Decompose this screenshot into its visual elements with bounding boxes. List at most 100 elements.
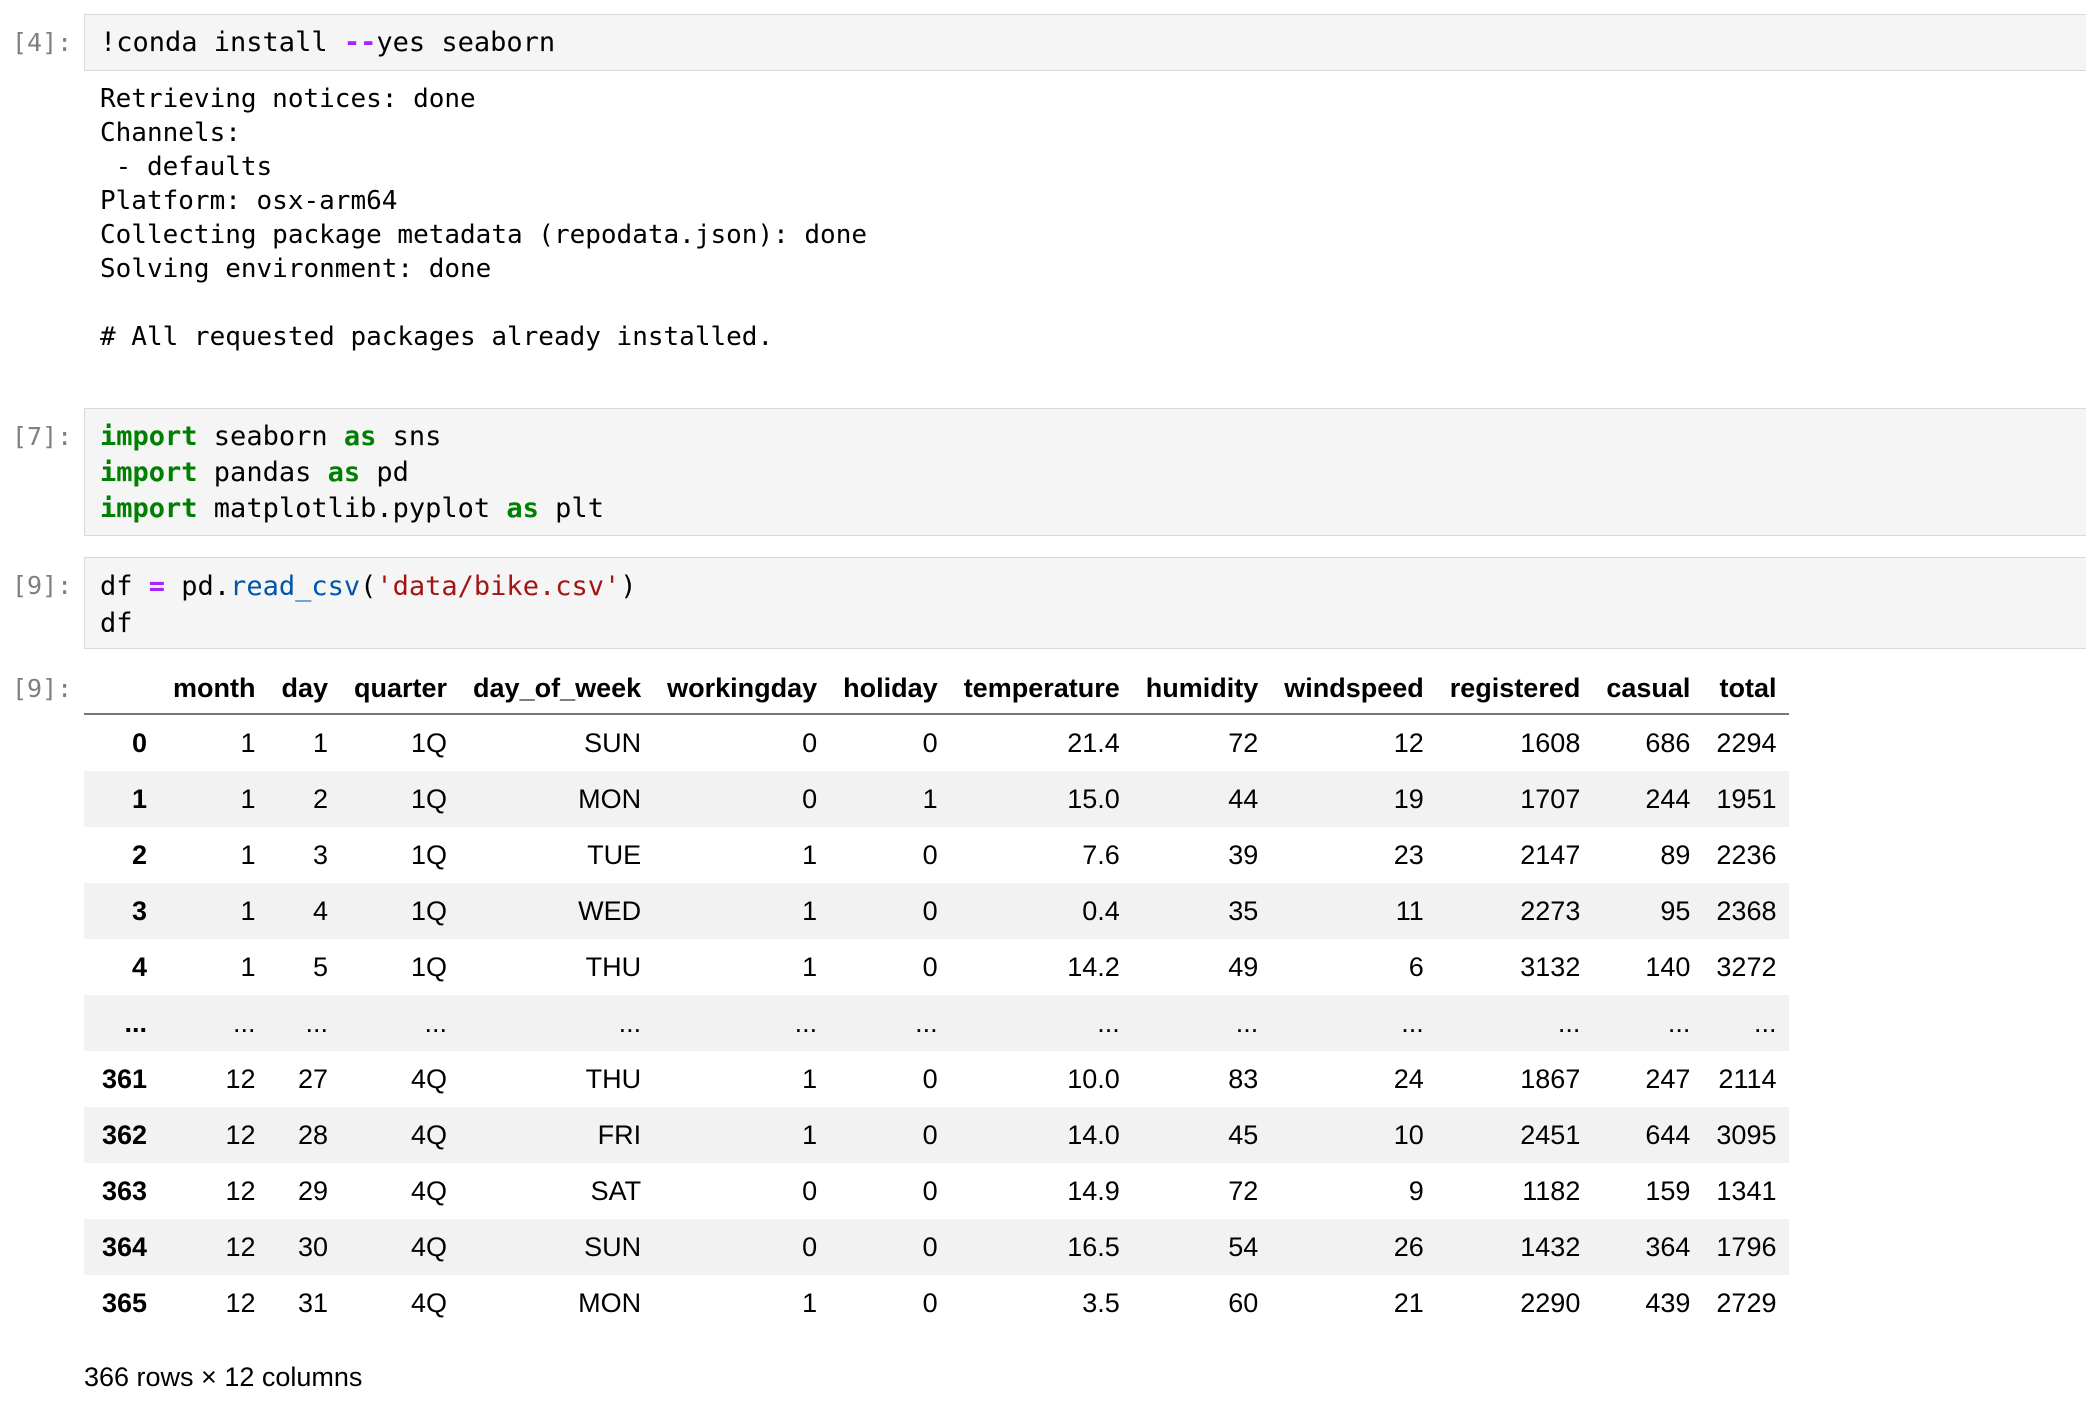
column-header: registered: [1436, 663, 1594, 715]
column-header: day: [268, 663, 342, 715]
table-cell: 1Q: [411, 839, 448, 870]
table-cell: 60: [1228, 1287, 1259, 1318]
table-cell: 12: [225, 1231, 256, 1262]
table-cell: 72: [1228, 1175, 1259, 1206]
output-line: # All requested packages already install…: [100, 322, 774, 352]
table-cell: 15.0: [1067, 783, 1120, 814]
code-token: matplotlib.pyplot: [197, 493, 507, 524]
table-cell: 1608: [1520, 727, 1581, 758]
table-cell: 0.4: [1082, 895, 1120, 926]
code-keyword: as: [343, 421, 377, 452]
table-cell: 3272: [1716, 951, 1777, 982]
table-row: 4 1 5 1Q THU 1 0 14.2 49 6 3132 140 3272: [84, 939, 1789, 995]
table-cell: 14.0: [1067, 1119, 1120, 1150]
code-token: seaborn: [197, 421, 344, 452]
row-index: 365: [101, 1287, 147, 1318]
dataframe-table: month day quarter day_of_week workingday…: [84, 663, 1790, 1331]
table-cell: 83: [1228, 1063, 1259, 1094]
table-cell: 686: [1645, 727, 1691, 758]
table-cell: 4Q: [411, 1287, 448, 1318]
table-cell: THU: [585, 1063, 642, 1094]
table-cell: 10: [1393, 1119, 1424, 1150]
table-cell: 3: [312, 839, 329, 870]
table-cell: 1341: [1716, 1175, 1777, 1206]
table-cell: TUE: [587, 839, 642, 870]
execution-count: [9]:: [12, 674, 73, 703]
row-index: 361: [101, 1063, 147, 1094]
table-cell: 1867: [1520, 1063, 1581, 1094]
column-header: temperature: [950, 663, 1133, 715]
table-cell: 49: [1228, 951, 1259, 982]
table-cell: 16.5: [1067, 1231, 1120, 1262]
code-keyword: import: [100, 421, 198, 452]
dataframe-shape: 366 rows × 12 columns: [84, 1362, 363, 1392]
execution-count: [7]:: [12, 422, 73, 451]
table-cell: 12: [225, 1119, 256, 1150]
column-header: quarter: [341, 663, 461, 715]
table-cell: 2236: [1716, 839, 1777, 870]
table-cell: THU: [585, 951, 642, 982]
table-cell: 9: [1408, 1175, 1424, 1206]
table-cell: ...: [424, 1007, 448, 1038]
table-cell: 2114: [1718, 1063, 1777, 1094]
code-keyword: import: [100, 493, 198, 524]
table-cell: ...: [1753, 1007, 1777, 1038]
code-string: 'data/bike.csv': [376, 571, 621, 602]
output-line: Platform: osx-arm64: [100, 186, 398, 216]
table-cell: 0: [802, 1175, 818, 1206]
code-token: ): [620, 571, 637, 602]
table-cell: 2294: [1716, 727, 1777, 758]
table-cell: FRI: [597, 1119, 642, 1150]
table-cell: 27: [297, 1063, 329, 1094]
code-operator: =: [148, 571, 166, 602]
table-cell: 19: [1393, 783, 1424, 814]
table-cell: 3.5: [1082, 1287, 1120, 1318]
table-cell: 1: [802, 951, 818, 982]
table-row: 2 1 3 1Q TUE 1 0 7.6 39 23 2147 89 2236: [84, 827, 1789, 883]
column-header: month: [160, 663, 269, 715]
table-cell: SAT: [590, 1175, 642, 1206]
code-token: pandas: [197, 457, 328, 488]
table-row: 3 1 4 1Q WED 1 0 0.4 35 11 2273 95 2368: [84, 883, 1790, 939]
table-cell: 1951: [1716, 783, 1777, 814]
table-cell: 0: [922, 1231, 938, 1262]
code-token: df: [100, 571, 149, 602]
table-cell: 95: [1660, 895, 1691, 926]
table-cell: 1: [802, 1063, 818, 1094]
table-cell: ...: [1557, 1007, 1581, 1038]
table-cell: 10.0: [1067, 1063, 1120, 1094]
code-line: df = pd.read_csv('data/bike.csv'): [100, 568, 2071, 605]
table-cell: 0: [802, 1231, 818, 1262]
code-token: pd: [360, 457, 409, 488]
table-cell: 7.6: [1082, 839, 1120, 870]
table-cell: 1: [802, 895, 818, 926]
code-token: plt: [538, 493, 604, 524]
table-cell: ...: [794, 1007, 818, 1038]
row-index: 364: [101, 1231, 147, 1262]
code-token: pd.: [165, 571, 231, 602]
table-cell: MON: [578, 1287, 642, 1318]
execution-count: [4]:: [12, 28, 73, 57]
table-cell: 1: [802, 1287, 818, 1318]
output-line: Collecting package metadata (repodata.js…: [100, 220, 868, 250]
table-cell: 4Q: [411, 1119, 448, 1150]
table-cell: ...: [305, 1007, 329, 1038]
table-cell: 1Q: [411, 951, 448, 982]
code-input[interactable]: import seaborn as sns import pandas as pd…: [84, 408, 2086, 536]
row-index: 362: [101, 1119, 147, 1150]
table-cell: 2147: [1520, 839, 1581, 870]
cell-output: Retrieving notices: done Channels: - defa…: [100, 82, 867, 354]
table-cell: ...: [915, 1007, 938, 1038]
table-cell: 0: [922, 1063, 938, 1094]
code-input[interactable]: df = pd.read_csv('data/bike.csv') df: [84, 557, 2086, 649]
table-cell: 11: [1395, 895, 1424, 926]
table-cell: 30: [297, 1231, 329, 1262]
table-cell: 0: [922, 1119, 938, 1150]
code-keyword: as: [327, 457, 361, 488]
code-input[interactable]: !conda install --yes seaborn: [84, 14, 2086, 71]
table-cell: 2273: [1520, 895, 1581, 926]
table-cell: 2290: [1520, 1287, 1581, 1318]
table-cell: 1: [802, 1119, 818, 1150]
column-header: holiday: [830, 663, 951, 715]
